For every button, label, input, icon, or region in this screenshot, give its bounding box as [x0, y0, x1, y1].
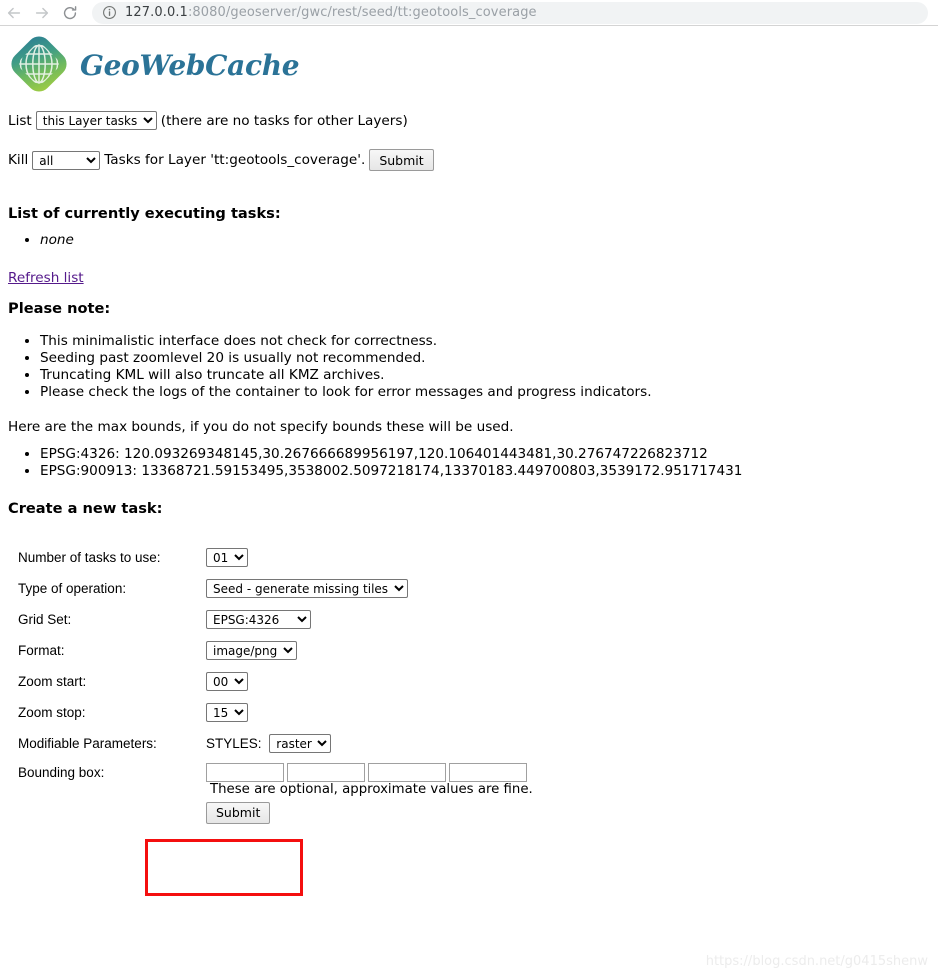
browser-toolbar: 127.0.0.1:8080/geoserver/gwc/rest/seed/t… — [0, 0, 938, 26]
form-row-grid-set: Grid Set: EPSG:4326 — [18, 604, 533, 635]
form-row-modifiable-parameters: Modifiable Parameters: STYLES: raster — [18, 728, 533, 759]
list-item: Seeding past zoomlevel 20 is usually not… — [40, 350, 652, 367]
bounding-box-inputs — [206, 763, 533, 782]
form-row-zoom-stop: Zoom stop: 15 — [18, 697, 533, 728]
annotation-highlight-rect — [145, 839, 303, 896]
form-row-format: Format: image/png — [18, 635, 533, 666]
styles-select[interactable]: raster — [269, 734, 332, 753]
list-item: none — [40, 232, 74, 249]
forward-button[interactable] — [28, 0, 56, 26]
page-content: GeoWebCache List this Layer tasks (there… — [0, 27, 938, 975]
reload-button[interactable] — [56, 0, 84, 26]
max-bounds-list: EPSG:4326: 120.093269348145,30.267666689… — [8, 446, 742, 480]
please-note-heading: Please note: — [8, 300, 111, 317]
kill-submit-button[interactable]: Submit — [369, 149, 434, 171]
zoom-start-select[interactable]: 00 — [206, 672, 248, 691]
list-item: EPSG:4326: 120.093269348145,30.267666689… — [40, 446, 742, 463]
label-number-of-tasks: Number of tasks to use: — [18, 550, 161, 565]
form-row-type-of-operation: Type of operation: Seed - generate missi… — [18, 573, 533, 604]
number-of-tasks-select[interactable]: 01 — [206, 548, 248, 567]
back-arrow-icon — [7, 7, 21, 18]
gwc-logo: GeoWebCache — [6, 31, 300, 99]
url-host: 127.0.0.1 — [125, 5, 188, 20]
geowebcache-globe-icon — [6, 31, 72, 97]
kill-scope-select[interactable]: all — [32, 150, 101, 170]
address-bar-url: 127.0.0.1:8080/geoserver/gwc/rest/seed/t… — [125, 5, 537, 20]
site-info-icon[interactable] — [102, 5, 117, 20]
form-row-submit: Submit — [18, 797, 533, 828]
bounding-box-note: These are optional, approximate values a… — [210, 782, 533, 797]
label-bounding-box: Bounding box: — [18, 765, 105, 780]
grid-set-select[interactable]: EPSG:4326 — [206, 610, 311, 629]
list-item: EPSG:900913: 13368721.59153495,3538002.5… — [40, 463, 742, 480]
label-modifiable-parameters: Modifiable Parameters: — [18, 736, 157, 751]
label-format: Format: — [18, 643, 65, 658]
form-row-number-of-tasks: Number of tasks to use: 01 — [18, 542, 533, 573]
bbox-miny-input[interactable] — [287, 763, 365, 782]
kill-label: Kill — [8, 152, 29, 168]
reload-icon — [63, 5, 77, 19]
bbox-maxy-input[interactable] — [449, 763, 527, 782]
refresh-list-link[interactable]: Refresh list — [8, 270, 84, 286]
label-zoom-stop: Zoom stop: — [18, 705, 86, 720]
zoom-stop-select[interactable]: 15 — [206, 703, 248, 722]
executing-tasks-list: none — [8, 232, 74, 249]
form-row-zoom-start: Zoom start: 00 — [18, 666, 533, 697]
max-bounds-intro: Here are the max bounds, if you do not s… — [8, 419, 514, 435]
create-task-heading: Create a new task: — [8, 500, 163, 517]
bbox-minx-input[interactable] — [206, 763, 284, 782]
create-task-submit-button[interactable]: Submit — [206, 801, 271, 824]
label-type-of-operation: Type of operation: — [18, 581, 127, 596]
forward-arrow-icon — [35, 7, 49, 18]
list-note: (there are no tasks for other Layers) — [160, 112, 408, 129]
url-path: :8080/geoserver/gwc/rest/seed/tt:geotool… — [187, 5, 537, 20]
list-item: Please check the logs of the container t… — [40, 384, 652, 401]
form-row-bounding-box: Bounding box: These are optional, approx… — [18, 759, 533, 797]
list-tasks-row: List this Layer tasks (there are no task… — [8, 111, 408, 130]
back-button[interactable] — [0, 0, 28, 26]
bbox-maxx-input[interactable] — [368, 763, 446, 782]
address-bar[interactable]: 127.0.0.1:8080/geoserver/gwc/rest/seed/t… — [92, 1, 928, 24]
type-of-operation-select[interactable]: Seed - generate missing tiles — [206, 579, 408, 598]
create-task-form: Number of tasks to use: 01 Type of opera… — [18, 542, 533, 828]
logo-title: GeoWebCache — [80, 48, 300, 82]
list-item: Truncating KML will also truncate all KM… — [40, 367, 652, 384]
watermark-text: https://blog.csdn.net/g0415shenw — [705, 954, 928, 969]
kill-tasks-row: Kill all Tasks for Layer 'tt:geotools_co… — [8, 149, 434, 171]
executing-tasks-heading: List of currently executing tasks: — [8, 205, 281, 222]
styles-param-label: STYLES: — [206, 736, 262, 751]
kill-text: Tasks for Layer 'tt:geotools_coverage'. — [104, 152, 366, 168]
list-item: This minimalistic interface does not che… — [40, 333, 652, 350]
format-select[interactable]: image/png — [206, 641, 297, 660]
list-label: List — [8, 112, 32, 129]
list-scope-select[interactable]: this Layer tasks — [35, 111, 157, 130]
label-grid-set: Grid Set: — [18, 612, 72, 627]
please-note-list: This minimalistic interface does not che… — [8, 333, 652, 401]
label-zoom-start: Zoom start: — [18, 674, 87, 689]
